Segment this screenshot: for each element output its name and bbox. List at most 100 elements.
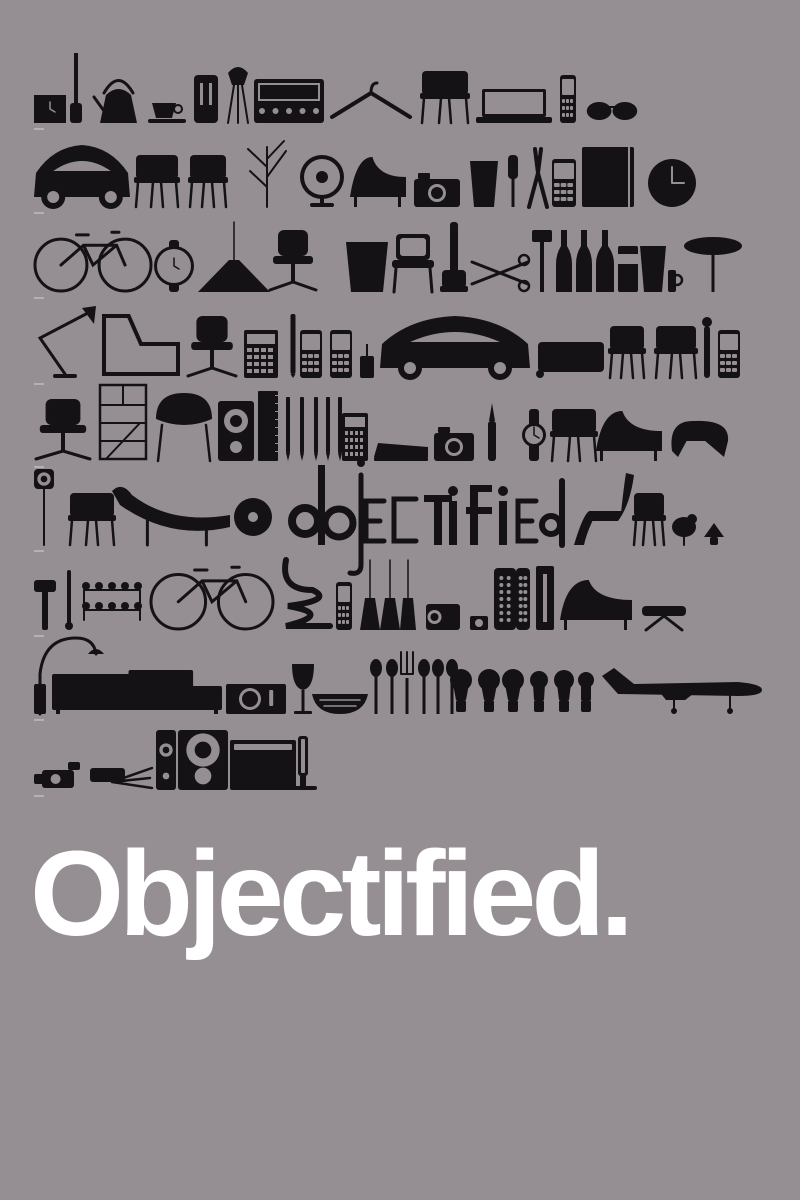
bookshelf-icon [98, 383, 148, 461]
wheeled-case-icon [536, 342, 604, 378]
bottle-icon [596, 230, 614, 292]
remote-icon [494, 568, 516, 630]
calculator-icon [342, 413, 368, 461]
speaker-icon [178, 730, 228, 790]
can-icon [618, 246, 638, 292]
camera-icon [434, 427, 474, 461]
lounge-chair-icon [560, 580, 632, 630]
glass-icon [640, 246, 666, 292]
camera-icon [414, 173, 460, 207]
radio-icon [254, 79, 324, 123]
ruler-icon [258, 391, 278, 461]
speaker-icon [156, 730, 176, 790]
cup-and-saucer-icon [148, 103, 186, 123]
projector-icon [426, 604, 460, 630]
clock-icon [34, 95, 66, 123]
pencil-icon [286, 397, 290, 461]
office-chair-icon [186, 316, 238, 378]
sofa-icon [52, 670, 222, 714]
calculator-icon [244, 330, 278, 378]
f-icon [466, 485, 492, 545]
i-icon [498, 486, 508, 545]
panton-chair-icon [574, 473, 634, 545]
e-icon [515, 498, 539, 544]
fork-icon [400, 651, 414, 714]
chair-icon [188, 155, 228, 209]
toaster-icon [194, 75, 218, 123]
chair-icon [654, 326, 698, 380]
office-chair-icon [34, 399, 92, 461]
lounge-chair-icon [350, 157, 406, 207]
mug-icon [668, 270, 684, 292]
shell-chair-icon [156, 393, 212, 463]
lounge-chair-icon [596, 411, 662, 461]
lamp-icon [704, 523, 724, 545]
spoon-icon [684, 237, 742, 292]
object-icon-grid [33, 53, 762, 797]
pen-icon [290, 314, 296, 378]
chair-icon [68, 493, 116, 547]
spoon-icon [418, 659, 430, 714]
pepper-mill-icon [702, 317, 712, 378]
tv-chair-icon [392, 234, 434, 294]
wall-speaker-icon [34, 469, 54, 546]
light-bulb-icon [478, 669, 500, 712]
chaise-icon [112, 486, 230, 547]
tripod-camera-icon [90, 766, 154, 790]
pendant-lamp-icon [400, 559, 416, 630]
bowl-icon [312, 694, 368, 714]
desk-lamp-icon [37, 306, 96, 378]
hanger-icon [330, 81, 412, 119]
disc-player-icon [234, 498, 272, 536]
pendant-lamp-icon [360, 559, 380, 630]
bottle-icon [576, 230, 592, 292]
ottoman-icon [642, 606, 686, 632]
pencil-icon [338, 397, 342, 461]
d-icon [539, 478, 565, 548]
knife-icon [488, 403, 496, 461]
c-icon [391, 496, 419, 544]
hang-it-all-icon [82, 582, 142, 621]
coat-rack-icon [247, 140, 287, 208]
bird-icon [672, 514, 697, 546]
thermometer-icon [65, 570, 73, 630]
poster-title: Objectified. [30, 825, 634, 961]
glass-icon [470, 161, 498, 207]
light-bulb-icon [530, 671, 548, 712]
chair-icon [420, 71, 470, 125]
pendant-lamp-icon [198, 221, 270, 292]
spoon-icon [370, 659, 382, 714]
o-icon [288, 504, 322, 538]
computer-tower-icon [230, 740, 296, 790]
chair-icon [550, 409, 598, 463]
phone-icon [330, 330, 352, 378]
phone-icon [552, 159, 576, 207]
phone-icon [300, 330, 322, 378]
stapler-icon [374, 443, 428, 461]
chair-icon [134, 155, 180, 209]
notebook-icon [582, 147, 634, 207]
vacuum-icon [440, 222, 468, 292]
phone-icon [718, 330, 740, 378]
car-icon [380, 316, 530, 380]
pencil-icon [300, 397, 304, 461]
bottle-icon [556, 230, 572, 292]
phone-icon [560, 75, 576, 123]
car-icon [34, 145, 130, 209]
i-icon [448, 486, 458, 545]
pencil-icon [314, 397, 318, 461]
chair-icon [632, 493, 666, 547]
light-bulb-icon [502, 669, 524, 712]
usb-stick-icon [360, 344, 374, 378]
bicycle-icon [149, 565, 275, 631]
laptop-icon [476, 89, 552, 123]
fan-icon [300, 155, 344, 207]
ipod-icon [470, 616, 488, 630]
bicycle-icon [33, 230, 153, 293]
screwdriver-icon [508, 155, 518, 207]
watch-icon [154, 240, 194, 292]
speaker-icon [218, 401, 254, 461]
e-icon [363, 498, 387, 544]
pencil-icon [326, 397, 330, 461]
kettle-icon [92, 79, 137, 123]
